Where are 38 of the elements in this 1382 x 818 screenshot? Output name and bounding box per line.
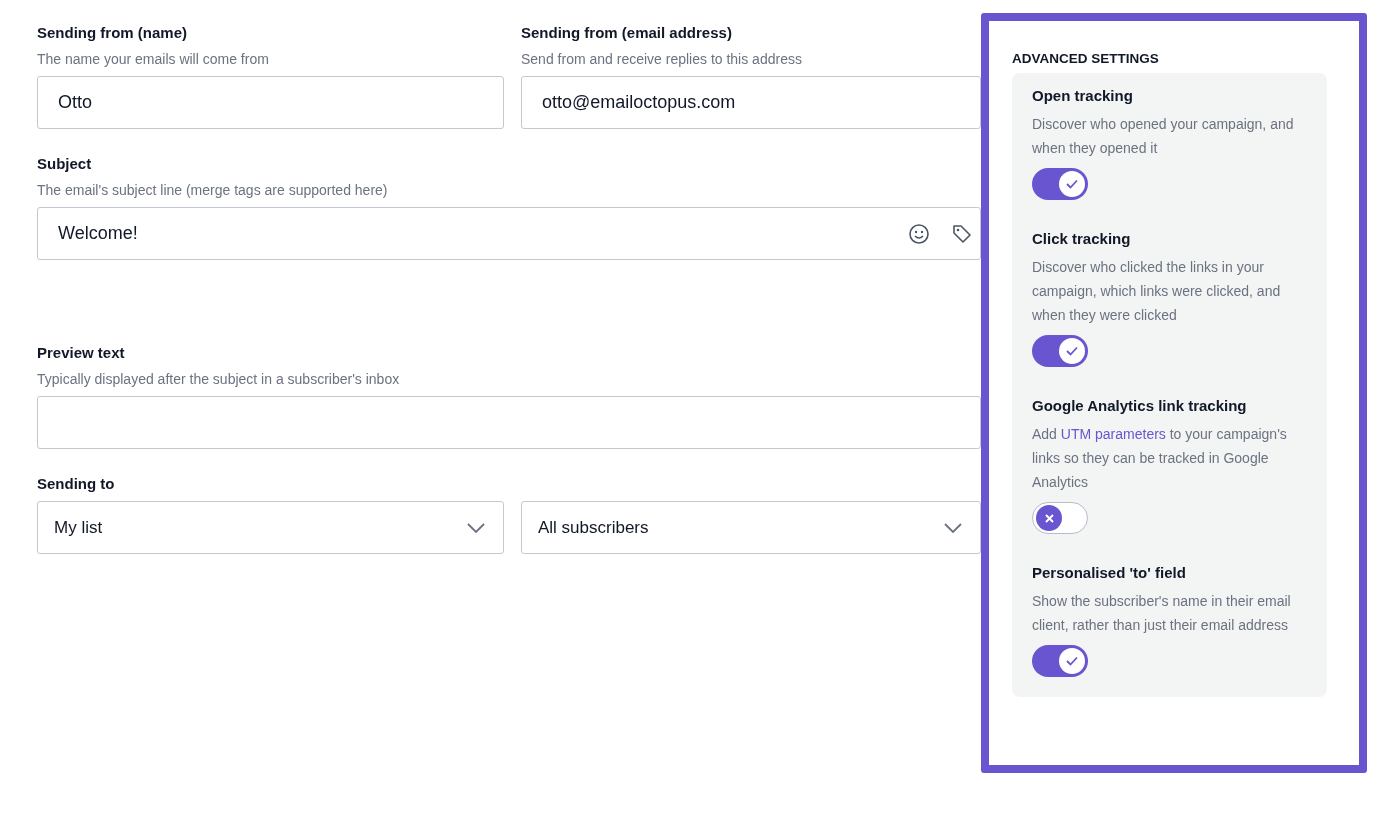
setting-title: Open tracking [1032, 87, 1134, 104]
check-icon [1066, 179, 1078, 189]
panel-title: ADVANCED SETTINGS [1012, 51, 1160, 66]
tag-icon[interactable] [952, 223, 972, 244]
setting-description: Discover who clicked the links in your campaign, which links were clicked, and when they were clicked [1032, 258, 1282, 325]
utm-parameters-link[interactable]: UTM parameters [1060, 426, 1166, 442]
preview-text-input[interactable] [37, 396, 981, 449]
setting-title: Personalised 'to' field [1032, 564, 1187, 581]
check-icon [1066, 346, 1078, 356]
field-hint: The email's subject line (merge tags are supported here) [37, 182, 389, 198]
field-hint: Typically displayed after the subject in a subscriber's inbox [37, 371, 401, 387]
field-hint: The name your emails will come from [37, 51, 270, 67]
toggle-switch[interactable] [1032, 502, 1088, 534]
setting-title: Google Analytics link tracking [1032, 397, 1248, 414]
chevron-down-icon [467, 522, 485, 533]
setting-title: Click tracking [1032, 230, 1132, 247]
check-icon [1066, 656, 1078, 666]
email-input[interactable]: otto@emailoctopus.com [521, 76, 981, 129]
cross-icon [1044, 513, 1054, 523]
setting-description: Discover who opened your campaign, and when they opened it [1032, 115, 1294, 158]
name-input[interactable]: Otto [37, 76, 504, 129]
field-label: Sending from (email address) [521, 24, 733, 43]
toggle-switch[interactable] [1032, 645, 1088, 677]
segment-dropdown[interactable]: All subscribers [521, 501, 981, 554]
setting-description: Add UTM parameters to your campaign's links so they can be tracked in Google Analytics [1032, 425, 1288, 492]
chevron-down-icon [944, 522, 962, 533]
field-label: Sending from (name) [37, 24, 188, 43]
subject-field[interactable]: Welcome! [37, 207, 981, 260]
field-hint: Send from and receive replies to this address [521, 51, 803, 67]
field-label: Preview text [37, 344, 126, 363]
toggle-switch[interactable] [1032, 335, 1088, 367]
list-dropdown[interactable]: My list [37, 501, 504, 554]
subject-input[interactable]: Welcome! [58, 223, 886, 244]
setting-description: Show the subscriber's name in their email client, rather than just their email address [1032, 592, 1292, 635]
field-label: Sending to [37, 475, 116, 494]
field-label: Subject [37, 155, 93, 174]
emoji-icon[interactable] [908, 222, 930, 245]
toggle-switch[interactable] [1032, 168, 1088, 200]
